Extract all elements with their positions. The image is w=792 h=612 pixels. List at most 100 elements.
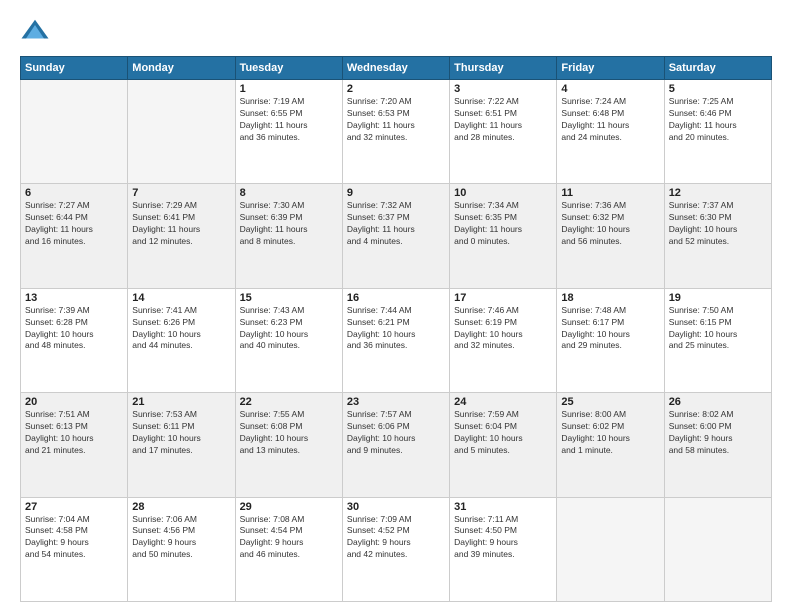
calendar-cell: 13Sunrise: 7:39 AMSunset: 6:28 PMDayligh… bbox=[21, 288, 128, 392]
day-detail: Sunrise: 7:51 AMSunset: 6:13 PMDaylight:… bbox=[25, 409, 123, 457]
day-detail: Sunrise: 7:09 AMSunset: 4:52 PMDaylight:… bbox=[347, 514, 445, 562]
day-number: 6 bbox=[25, 187, 123, 199]
calendar-cell bbox=[664, 497, 771, 601]
day-number: 15 bbox=[240, 292, 338, 304]
day-detail: Sunrise: 7:30 AMSunset: 6:39 PMDaylight:… bbox=[240, 200, 338, 248]
day-detail: Sunrise: 7:48 AMSunset: 6:17 PMDaylight:… bbox=[561, 305, 659, 353]
day-number: 31 bbox=[454, 501, 552, 513]
calendar-cell: 29Sunrise: 7:08 AMSunset: 4:54 PMDayligh… bbox=[235, 497, 342, 601]
calendar-week-5: 27Sunrise: 7:04 AMSunset: 4:58 PMDayligh… bbox=[21, 497, 772, 601]
calendar-cell: 15Sunrise: 7:43 AMSunset: 6:23 PMDayligh… bbox=[235, 288, 342, 392]
col-tuesday: Tuesday bbox=[235, 57, 342, 80]
day-detail: Sunrise: 7:27 AMSunset: 6:44 PMDaylight:… bbox=[25, 200, 123, 248]
day-detail: Sunrise: 7:19 AMSunset: 6:55 PMDaylight:… bbox=[240, 96, 338, 144]
calendar-cell: 10Sunrise: 7:34 AMSunset: 6:35 PMDayligh… bbox=[450, 184, 557, 288]
day-number: 17 bbox=[454, 292, 552, 304]
day-detail: Sunrise: 7:25 AMSunset: 6:46 PMDaylight:… bbox=[669, 96, 767, 144]
day-number: 26 bbox=[669, 396, 767, 408]
calendar-cell bbox=[557, 497, 664, 601]
day-detail: Sunrise: 7:36 AMSunset: 6:32 PMDaylight:… bbox=[561, 200, 659, 248]
calendar-week-1: 1Sunrise: 7:19 AMSunset: 6:55 PMDaylight… bbox=[21, 80, 772, 184]
day-detail: Sunrise: 7:06 AMSunset: 4:56 PMDaylight:… bbox=[132, 514, 230, 562]
day-detail: Sunrise: 7:11 AMSunset: 4:50 PMDaylight:… bbox=[454, 514, 552, 562]
day-detail: Sunrise: 7:24 AMSunset: 6:48 PMDaylight:… bbox=[561, 96, 659, 144]
day-number: 28 bbox=[132, 501, 230, 513]
day-number: 24 bbox=[454, 396, 552, 408]
day-detail: Sunrise: 7:39 AMSunset: 6:28 PMDaylight:… bbox=[25, 305, 123, 353]
day-detail: Sunrise: 7:55 AMSunset: 6:08 PMDaylight:… bbox=[240, 409, 338, 457]
calendar-cell: 16Sunrise: 7:44 AMSunset: 6:21 PMDayligh… bbox=[342, 288, 449, 392]
day-number: 16 bbox=[347, 292, 445, 304]
day-detail: Sunrise: 7:50 AMSunset: 6:15 PMDaylight:… bbox=[669, 305, 767, 353]
calendar-cell: 4Sunrise: 7:24 AMSunset: 6:48 PMDaylight… bbox=[557, 80, 664, 184]
calendar-week-2: 6Sunrise: 7:27 AMSunset: 6:44 PMDaylight… bbox=[21, 184, 772, 288]
day-detail: Sunrise: 7:34 AMSunset: 6:35 PMDaylight:… bbox=[454, 200, 552, 248]
day-number: 9 bbox=[347, 187, 445, 199]
calendar-cell: 3Sunrise: 7:22 AMSunset: 6:51 PMDaylight… bbox=[450, 80, 557, 184]
calendar-cell: 11Sunrise: 7:36 AMSunset: 6:32 PMDayligh… bbox=[557, 184, 664, 288]
day-number: 19 bbox=[669, 292, 767, 304]
day-number: 23 bbox=[347, 396, 445, 408]
calendar-cell: 22Sunrise: 7:55 AMSunset: 6:08 PMDayligh… bbox=[235, 393, 342, 497]
day-number: 21 bbox=[132, 396, 230, 408]
day-number: 13 bbox=[25, 292, 123, 304]
calendar-week-4: 20Sunrise: 7:51 AMSunset: 6:13 PMDayligh… bbox=[21, 393, 772, 497]
col-sunday: Sunday bbox=[21, 57, 128, 80]
day-number: 3 bbox=[454, 83, 552, 95]
col-thursday: Thursday bbox=[450, 57, 557, 80]
calendar-cell: 26Sunrise: 8:02 AMSunset: 6:00 PMDayligh… bbox=[664, 393, 771, 497]
calendar-cell: 24Sunrise: 7:59 AMSunset: 6:04 PMDayligh… bbox=[450, 393, 557, 497]
day-detail: Sunrise: 7:20 AMSunset: 6:53 PMDaylight:… bbox=[347, 96, 445, 144]
calendar-cell: 6Sunrise: 7:27 AMSunset: 6:44 PMDaylight… bbox=[21, 184, 128, 288]
calendar-cell: 30Sunrise: 7:09 AMSunset: 4:52 PMDayligh… bbox=[342, 497, 449, 601]
day-number: 18 bbox=[561, 292, 659, 304]
calendar-cell: 31Sunrise: 7:11 AMSunset: 4:50 PMDayligh… bbox=[450, 497, 557, 601]
calendar-cell: 12Sunrise: 7:37 AMSunset: 6:30 PMDayligh… bbox=[664, 184, 771, 288]
day-detail: Sunrise: 8:02 AMSunset: 6:00 PMDaylight:… bbox=[669, 409, 767, 457]
day-number: 10 bbox=[454, 187, 552, 199]
calendar-table: Sunday Monday Tuesday Wednesday Thursday… bbox=[20, 56, 772, 602]
day-number: 22 bbox=[240, 396, 338, 408]
day-number: 25 bbox=[561, 396, 659, 408]
calendar-cell: 2Sunrise: 7:20 AMSunset: 6:53 PMDaylight… bbox=[342, 80, 449, 184]
day-number: 27 bbox=[25, 501, 123, 513]
day-detail: Sunrise: 8:00 AMSunset: 6:02 PMDaylight:… bbox=[561, 409, 659, 457]
day-number: 1 bbox=[240, 83, 338, 95]
day-detail: Sunrise: 7:04 AMSunset: 4:58 PMDaylight:… bbox=[25, 514, 123, 562]
header-row: Sunday Monday Tuesday Wednesday Thursday… bbox=[21, 57, 772, 80]
day-number: 7 bbox=[132, 187, 230, 199]
calendar-cell: 27Sunrise: 7:04 AMSunset: 4:58 PMDayligh… bbox=[21, 497, 128, 601]
day-detail: Sunrise: 7:57 AMSunset: 6:06 PMDaylight:… bbox=[347, 409, 445, 457]
calendar-cell bbox=[128, 80, 235, 184]
day-detail: Sunrise: 7:53 AMSunset: 6:11 PMDaylight:… bbox=[132, 409, 230, 457]
day-number: 14 bbox=[132, 292, 230, 304]
day-detail: Sunrise: 7:29 AMSunset: 6:41 PMDaylight:… bbox=[132, 200, 230, 248]
day-detail: Sunrise: 7:22 AMSunset: 6:51 PMDaylight:… bbox=[454, 96, 552, 144]
calendar-cell: 21Sunrise: 7:53 AMSunset: 6:11 PMDayligh… bbox=[128, 393, 235, 497]
page: Sunday Monday Tuesday Wednesday Thursday… bbox=[0, 0, 792, 612]
calendar-cell: 25Sunrise: 8:00 AMSunset: 6:02 PMDayligh… bbox=[557, 393, 664, 497]
day-detail: Sunrise: 7:59 AMSunset: 6:04 PMDaylight:… bbox=[454, 409, 552, 457]
calendar-cell bbox=[21, 80, 128, 184]
day-detail: Sunrise: 7:41 AMSunset: 6:26 PMDaylight:… bbox=[132, 305, 230, 353]
calendar-cell: 5Sunrise: 7:25 AMSunset: 6:46 PMDaylight… bbox=[664, 80, 771, 184]
day-number: 12 bbox=[669, 187, 767, 199]
calendar-cell: 17Sunrise: 7:46 AMSunset: 6:19 PMDayligh… bbox=[450, 288, 557, 392]
day-detail: Sunrise: 7:32 AMSunset: 6:37 PMDaylight:… bbox=[347, 200, 445, 248]
day-detail: Sunrise: 7:37 AMSunset: 6:30 PMDaylight:… bbox=[669, 200, 767, 248]
calendar-week-3: 13Sunrise: 7:39 AMSunset: 6:28 PMDayligh… bbox=[21, 288, 772, 392]
calendar-cell: 18Sunrise: 7:48 AMSunset: 6:17 PMDayligh… bbox=[557, 288, 664, 392]
col-monday: Monday bbox=[128, 57, 235, 80]
calendar-body: 1Sunrise: 7:19 AMSunset: 6:55 PMDaylight… bbox=[21, 80, 772, 602]
calendar-cell: 19Sunrise: 7:50 AMSunset: 6:15 PMDayligh… bbox=[664, 288, 771, 392]
logo-icon bbox=[20, 16, 50, 46]
calendar-cell: 14Sunrise: 7:41 AMSunset: 6:26 PMDayligh… bbox=[128, 288, 235, 392]
calendar-cell: 9Sunrise: 7:32 AMSunset: 6:37 PMDaylight… bbox=[342, 184, 449, 288]
calendar-cell: 8Sunrise: 7:30 AMSunset: 6:39 PMDaylight… bbox=[235, 184, 342, 288]
day-number: 4 bbox=[561, 83, 659, 95]
header bbox=[20, 16, 772, 46]
day-detail: Sunrise: 7:43 AMSunset: 6:23 PMDaylight:… bbox=[240, 305, 338, 353]
day-detail: Sunrise: 7:46 AMSunset: 6:19 PMDaylight:… bbox=[454, 305, 552, 353]
day-detail: Sunrise: 7:08 AMSunset: 4:54 PMDaylight:… bbox=[240, 514, 338, 562]
logo bbox=[20, 16, 54, 46]
